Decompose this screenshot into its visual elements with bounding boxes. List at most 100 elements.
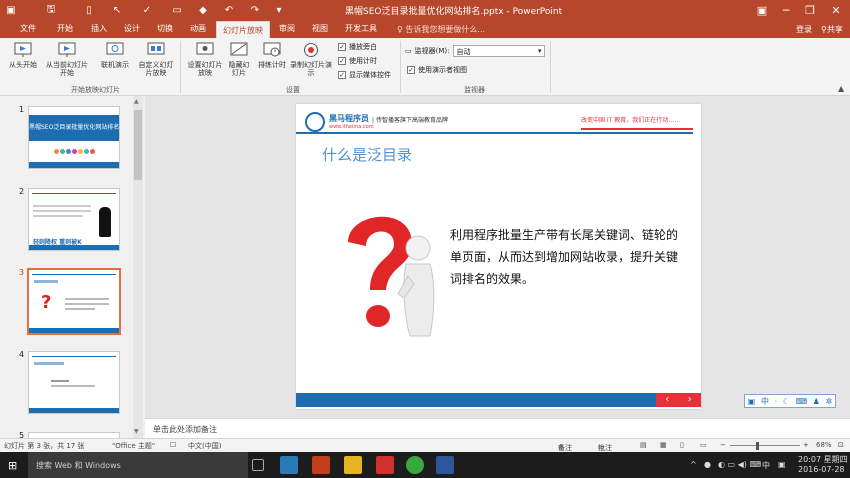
- fit-window-icon[interactable]: ⊡: [838, 441, 844, 449]
- thumbnail-scrollbar[interactable]: ▲ ▼: [133, 96, 143, 438]
- restore-icon[interactable]: ❐: [800, 2, 820, 18]
- ime-settings-icon[interactable]: ✲: [825, 397, 832, 406]
- tab-review[interactable]: 审阅: [279, 23, 295, 34]
- tell-me-box[interactable]: ♀ 告诉我您想要做什么...: [397, 24, 485, 35]
- ime-moon-icon[interactable]: ☾: [783, 397, 790, 406]
- pointer-icon[interactable]: ↖: [110, 3, 124, 17]
- recorder-app-icon[interactable]: [376, 456, 394, 474]
- ribbon-tabs: 文件 开始 插入 设计 切换 动画 幻灯片放映 审阅 视图 开发工具 ♀ 告诉我…: [0, 20, 850, 38]
- collapse-ribbon-icon[interactable]: ▲: [838, 84, 844, 93]
- tray-app-icon[interactable]: ●: [704, 460, 711, 469]
- ime-indicator[interactable]: 中: [762, 460, 770, 471]
- zoom-level[interactable]: 68%: [816, 441, 832, 449]
- scroll-up-icon[interactable]: ▲: [134, 98, 139, 105]
- shapes-icon[interactable]: ◆: [196, 3, 210, 17]
- chevron-down-icon: ▾: [537, 47, 542, 55]
- tab-view[interactable]: 视图: [312, 23, 328, 34]
- tray-icons[interactable]: ◐ ▭ ◀) ⌨: [718, 460, 761, 469]
- language-indicator[interactable]: 中文(中国): [188, 441, 221, 451]
- reading-view-icon[interactable]: ▯: [680, 441, 684, 449]
- ime-logo-icon[interactable]: ▣: [748, 397, 756, 406]
- rehearse-timings-button[interactable]: 排练计时: [256, 41, 288, 69]
- chevron-right-icon[interactable]: ›: [688, 393, 692, 407]
- tab-transitions[interactable]: 切换: [157, 23, 173, 34]
- custom-slideshow-button[interactable]: 自定义幻灯片放映: [136, 41, 176, 77]
- record-slideshow-button[interactable]: 录制幻灯片演示: [290, 41, 332, 77]
- powerpoint-taskbar-icon[interactable]: [312, 456, 330, 474]
- slide-thumbnail-4[interactable]: [28, 351, 120, 414]
- tab-insert[interactable]: 插入: [91, 23, 107, 34]
- tray-expand-icon[interactable]: ^: [690, 460, 697, 469]
- slide-body-text[interactable]: 利用程序批量生产带有长尾关键词、链轮的单页面，从而达到增加网站收录，提升关键词排…: [450, 224, 688, 290]
- windows-start-icon[interactable]: ⊞: [8, 459, 17, 472]
- monitor-dropdown[interactable]: 自动 ▾: [452, 45, 545, 57]
- slide-thumbnail-3[interactable]: ?: [27, 268, 121, 335]
- browser-icon[interactable]: [406, 456, 424, 474]
- slide-thumbnail-1[interactable]: 黑帽SEO泛目录批量优化网站排名: [28, 106, 120, 169]
- notes-pane[interactable]: 单击此处添加备注: [145, 418, 850, 438]
- task-view-icon[interactable]: [252, 459, 264, 471]
- slideshow-icon[interactable]: ▭: [170, 3, 184, 17]
- ribbon-display-icon[interactable]: ▣: [752, 2, 772, 18]
- ime-punct-icon[interactable]: ·: [775, 397, 778, 406]
- customize-qat-icon[interactable]: ▾: [272, 3, 286, 17]
- ime-user-icon[interactable]: ♟: [813, 397, 820, 406]
- sign-in-link[interactable]: 登录: [796, 24, 812, 35]
- redo-icon[interactable]: ↷: [248, 3, 262, 17]
- taskbar-app-icon[interactable]: [280, 456, 298, 474]
- zoom-out-icon[interactable]: −: [720, 441, 726, 449]
- clock[interactable]: 20:07 星期四 2016-07-28: [798, 455, 848, 475]
- tab-design[interactable]: 设计: [124, 23, 140, 34]
- save-icon[interactable]: 🖫: [44, 3, 58, 17]
- slogan: 改变中国 IT 教育，我们正在行动……: [581, 117, 681, 124]
- undo-icon[interactable]: ↶: [222, 3, 236, 17]
- window-title: 黑帽SEO泛目录批量优化网站排名.pptx - PowerPoint: [345, 7, 563, 17]
- scroll-down-icon[interactable]: ▼: [134, 428, 139, 435]
- app-icon[interactable]: ▣: [4, 3, 18, 17]
- tab-slideshow[interactable]: 幻灯片放映: [216, 21, 270, 38]
- ime-keyboard-icon[interactable]: ⌨: [796, 397, 808, 406]
- monitor-select-row: ▭ 监视器(M): 自动 ▾: [405, 45, 545, 57]
- thumb-figure-image: [99, 207, 111, 237]
- taskbar-search-box[interactable]: 搜索 Web 和 Windows: [28, 452, 248, 478]
- tab-animations[interactable]: 动画: [190, 23, 206, 34]
- tab-file[interactable]: 文件: [20, 23, 36, 34]
- presenter-view-checkbox[interactable]: ✓ 使用演示者视图: [407, 65, 467, 75]
- show-media-controls-checkbox[interactable]: ✓ 显示媒体控件: [338, 70, 391, 80]
- footer-nav-box: ‹ ›: [656, 393, 701, 407]
- minimize-icon[interactable]: ─: [776, 2, 796, 18]
- normal-view-icon[interactable]: ▤: [640, 441, 647, 449]
- check-icon[interactable]: ✓: [140, 3, 154, 17]
- chevron-left-icon[interactable]: ‹: [665, 393, 669, 407]
- close-icon[interactable]: ✕: [826, 2, 846, 18]
- share-button[interactable]: ⚲共享: [821, 24, 843, 35]
- slideshow-view-icon[interactable]: ▭: [700, 441, 707, 449]
- zoom-slider[interactable]: [730, 445, 800, 446]
- thumb-text-line: [33, 210, 91, 212]
- brand-tagline: | 传智播客旗下高端教育品牌: [372, 117, 448, 124]
- proofing-icon[interactable]: ☐: [170, 441, 176, 449]
- play-narrations-checkbox[interactable]: ✓ 播放旁白: [338, 42, 377, 52]
- notification-icon[interactable]: ▣: [778, 460, 786, 469]
- zoom-slider-thumb[interactable]: [756, 442, 759, 450]
- monitor-value: 自动: [456, 48, 471, 56]
- thumb-text-line: [65, 303, 109, 305]
- zoom-in-icon[interactable]: +: [803, 441, 809, 449]
- tab-home[interactable]: 开始: [57, 23, 73, 34]
- tab-developer[interactable]: 开发工具: [345, 23, 377, 34]
- main-slide[interactable]: 黑马程序员 www.itheima.com | 传智播客旗下高端教育品牌 改变中…: [296, 104, 701, 409]
- setup-slideshow-button[interactable]: 设置幻灯片放映: [186, 41, 224, 77]
- from-beginning-button[interactable]: 从头开始: [6, 41, 40, 69]
- from-current-button[interactable]: 从当前幻灯片开始: [44, 41, 90, 77]
- new-file-icon[interactable]: ▯: [82, 3, 96, 17]
- scrollbar-thumb[interactable]: [134, 110, 142, 180]
- ime-toolbar[interactable]: ▣ 中 · ☾ ⌨ ♟ ✲: [744, 394, 836, 408]
- hide-slide-button[interactable]: 隐藏幻灯片: [226, 41, 252, 77]
- ime-mode-icon[interactable]: 中: [761, 396, 769, 407]
- slide-sorter-icon[interactable]: ▦: [660, 441, 667, 449]
- use-timings-checkbox[interactable]: ✓ 使用计时: [338, 56, 377, 66]
- file-explorer-icon[interactable]: [344, 456, 362, 474]
- word-taskbar-icon[interactable]: [436, 456, 454, 474]
- slide-thumbnail-2[interactable]: 轻则降权 重则被K: [28, 188, 120, 251]
- present-online-button[interactable]: 联机演示: [97, 41, 133, 69]
